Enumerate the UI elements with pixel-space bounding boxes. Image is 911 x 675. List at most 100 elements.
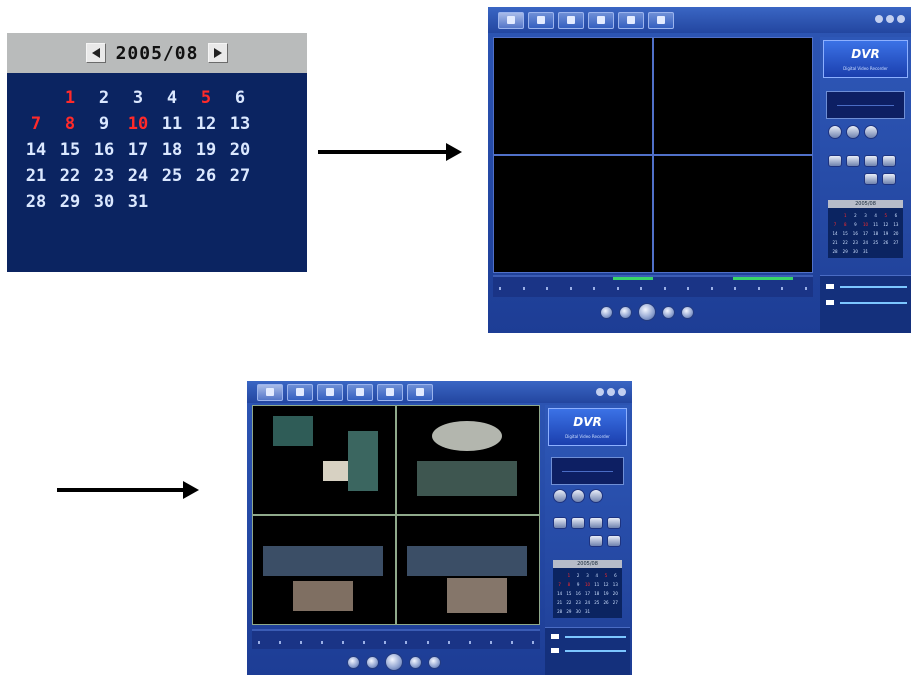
timeline-bar[interactable] [493,275,813,297]
channel-4-button[interactable] [882,155,896,167]
split-view-button[interactable] [864,173,878,185]
timeline-bar[interactable] [252,629,540,649]
calendar-day[interactable]: 3 [121,85,155,111]
close-icon[interactable] [618,388,626,396]
mini-calendar-day[interactable]: 13 [611,580,620,589]
mini-calendar-day[interactable]: 22 [564,598,573,607]
full-view-button[interactable] [607,535,621,547]
next-month-button[interactable] [208,43,229,63]
calendar-day[interactable]: 9 [87,111,121,137]
mini-calendar-day[interactable]: 10 [583,580,592,589]
mini-calendar-day[interactable]: 1 [564,571,573,580]
mini-calendar-day[interactable]: 4 [871,211,881,220]
mini-calendar-day[interactable]: 12 [601,580,610,589]
mini-calendar-day[interactable]: 9 [574,580,583,589]
mini-calendar-day[interactable]: 6 [611,571,620,580]
mini-calendar-day[interactable]: 1 [840,211,850,220]
calendar-day[interactable]: 5 [189,85,223,111]
camera-view-1[interactable] [494,38,652,154]
channel-1-button[interactable] [553,517,567,529]
tab-search[interactable] [287,383,313,401]
mini-calendar-day[interactable]: 3 [583,571,592,580]
mini-calendar-day[interactable]: 30 [850,247,860,256]
tab-print[interactable] [347,383,373,401]
channel-2-button[interactable] [571,517,585,529]
calendar-day[interactable]: 1 [53,85,87,111]
tab-search[interactable] [528,11,554,29]
mini-calendar-day[interactable]: 26 [881,238,891,247]
mini-calendar-day[interactable]: 7 [830,220,840,229]
mini-calendar-day[interactable]: 28 [555,607,564,616]
calendar-day[interactable]: 18 [155,137,189,163]
mini-calendar-day[interactable]: 21 [830,238,840,247]
mini-calendar-day[interactable]: 2 [574,571,583,580]
mini-calendar-day[interactable]: 24 [583,598,592,607]
calendar-day[interactable]: 19 [189,137,223,163]
mini-calendar-day[interactable]: 21 [555,598,564,607]
mini-calendar-day[interactable]: 18 [871,229,881,238]
mini-calendar-day[interactable]: 16 [574,589,583,598]
tab-setup[interactable] [377,383,403,401]
mini-calendar-day[interactable]: 18 [592,589,601,598]
channel-4-button[interactable] [607,517,621,529]
calendar-day[interactable]: 17 [121,137,155,163]
close-icon[interactable] [897,15,905,23]
step-forward-button[interactable] [409,655,422,669]
mini-calendar-day[interactable]: 25 [871,238,881,247]
camera-view-1[interactable] [253,406,395,514]
calendar-day[interactable]: 29 [53,189,87,215]
mini-calendar-day[interactable]: 30 [574,607,583,616]
fast-forward-button[interactable] [428,655,441,669]
maximize-icon[interactable] [886,15,894,23]
mini-calendar-day[interactable]: 7 [555,580,564,589]
tab-backup[interactable] [317,383,343,401]
mini-calendar-day[interactable]: 5 [601,571,610,580]
mini-calendar-day[interactable]: 15 [564,589,573,598]
step-back-button[interactable] [366,655,379,669]
calendar-day[interactable]: 8 [53,111,87,137]
mini-calendar-day[interactable]: 9 [850,220,860,229]
calendar-day[interactable]: 25 [155,163,189,189]
tab-print[interactable] [588,11,614,29]
calendar-day[interactable]: 21 [19,163,53,189]
tab-exit[interactable] [407,383,433,401]
mini-calendar-day[interactable]: 25 [592,598,601,607]
channel-3-button[interactable] [589,517,603,529]
zoom-button[interactable] [846,125,860,139]
channel-3-button[interactable] [864,155,878,167]
focus-button[interactable] [864,125,878,139]
mini-calendar-day[interactable]: 14 [830,229,840,238]
step-back-button[interactable] [619,305,632,319]
fast-forward-button[interactable] [681,305,694,319]
mini-calendar-day[interactable]: 29 [564,607,573,616]
camera-view-2[interactable] [654,38,812,154]
mini-calendar-day[interactable]: 28 [830,247,840,256]
mini-calendar-day[interactable]: 10 [860,220,870,229]
mini-calendar-day[interactable]: 20 [891,229,901,238]
play-button[interactable] [638,303,656,321]
mini-calendar-day[interactable]: 20 [611,589,620,598]
calendar-day[interactable]: 11 [155,111,189,137]
calendar-day[interactable]: 15 [53,137,87,163]
calendar-day[interactable]: 6 [223,85,257,111]
play-button[interactable] [385,653,403,671]
mini-calendar-day[interactable]: 2 [850,211,860,220]
calendar-day[interactable]: 27 [223,163,257,189]
mini-calendar-day[interactable]: 3 [860,211,870,220]
calendar-day[interactable]: 30 [87,189,121,215]
mini-calendar-day[interactable]: 8 [564,580,573,589]
mini-calendar-day[interactable]: 27 [891,238,901,247]
mini-calendar-day[interactable]: 15 [840,229,850,238]
calendar-day[interactable]: 22 [53,163,87,189]
calendar-day[interactable]: 23 [87,163,121,189]
mini-calendar-day[interactable]: 17 [860,229,870,238]
calendar-day[interactable]: 12 [189,111,223,137]
tab-backup[interactable] [558,11,584,29]
mini-calendar-day[interactable]: 22 [840,238,850,247]
mini-calendar-day[interactable]: 17 [583,589,592,598]
mini-calendar[interactable]: 2005/08 1 2 3 4 5 6 7 8 9 10 11 12 13 14 15 16 17 18 19 20 2… [553,560,622,620]
camera-view-4[interactable] [397,516,539,624]
mini-calendar-day[interactable]: 24 [860,238,870,247]
camera-view-4[interactable] [654,156,812,272]
mini-calendar-day[interactable]: 23 [574,598,583,607]
